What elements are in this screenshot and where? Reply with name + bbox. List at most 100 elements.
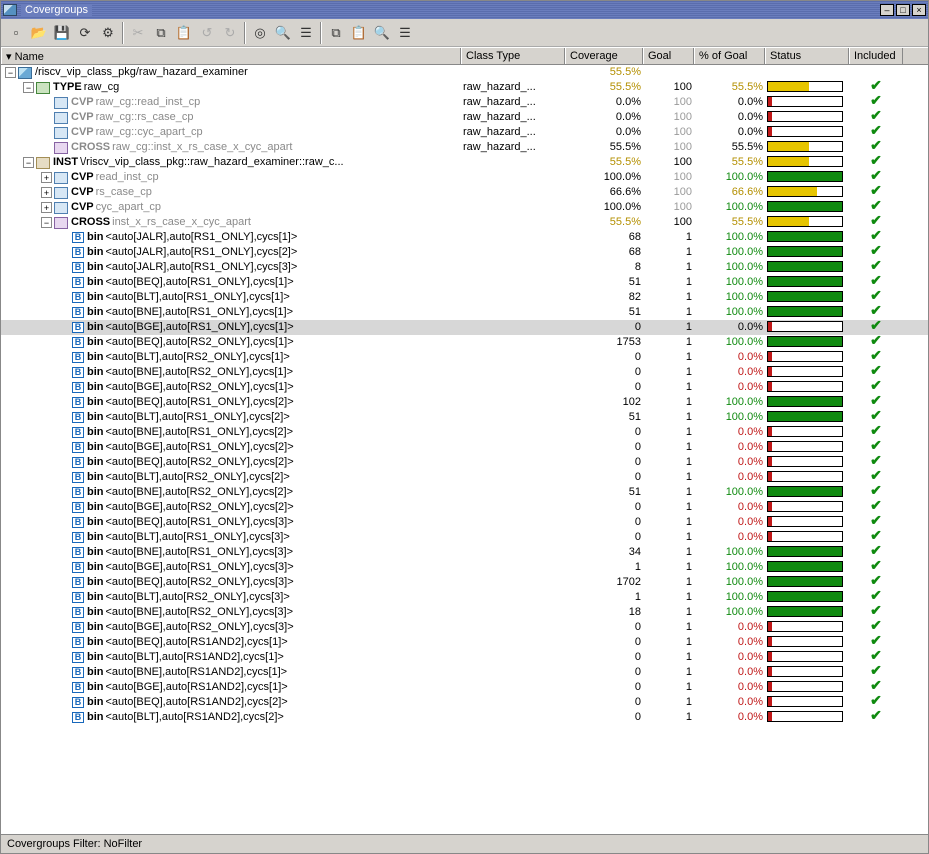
name-cell[interactable]: Bbin<auto[BLT],auto[RS1_ONLY],cycs[1]>	[1, 290, 461, 305]
refresh-icon[interactable]: ⟳	[74, 22, 96, 44]
name-cell[interactable]: −CROSSinst_x_rs_case_x_cyc_apart	[1, 215, 461, 230]
expand-icon[interactable]: +	[41, 172, 52, 183]
name-cell[interactable]: Bbin<auto[JALR],auto[RS1_ONLY],cycs[3]>	[1, 260, 461, 275]
name-cell[interactable]: Bbin<auto[BLT],auto[RS2_ONLY],cycs[1]>	[1, 350, 461, 365]
table-row[interactable]: Bbin<auto[JALR],auto[RS1_ONLY],cycs[2]>6…	[1, 245, 928, 260]
open-icon[interactable]: 📂	[28, 22, 50, 44]
name-cell[interactable]: Bbin<auto[BLT],auto[RS1AND2],cycs[2]>	[1, 710, 461, 725]
header-goal[interactable]: Goal	[643, 48, 694, 64]
table-row[interactable]: −INST\/riscv_vip_class_pkg::raw_hazard_e…	[1, 155, 928, 170]
name-cell[interactable]: Bbin<auto[BEQ],auto[RS1_ONLY],cycs[1]>	[1, 275, 461, 290]
find2-icon[interactable]: 🔍	[371, 22, 393, 44]
name-cell[interactable]: −TYPEraw_cg	[1, 80, 461, 95]
table-row[interactable]: CVPraw_cg::cyc_apart_cpraw_hazard_...0.0…	[1, 125, 928, 140]
maximize-button[interactable]: □	[896, 4, 910, 16]
table-row[interactable]: Bbin<auto[BLT],auto[RS2_ONLY],cycs[2]>01…	[1, 470, 928, 485]
collapse-icon[interactable]: −	[5, 67, 16, 78]
table-row[interactable]: Bbin<auto[BNE],auto[RS1_ONLY],cycs[1]>51…	[1, 305, 928, 320]
table-row[interactable]: Bbin<auto[BGE],auto[RS2_ONLY],cycs[1]>01…	[1, 380, 928, 395]
name-cell[interactable]: CROSSraw_cg::inst_x_rs_case_x_cyc_apart	[1, 140, 461, 155]
name-cell[interactable]: +CVPread_inst_cp	[1, 170, 461, 185]
table-row[interactable]: CVPraw_cg::rs_case_cpraw_hazard_...0.0%1…	[1, 110, 928, 125]
table-row[interactable]: Bbin<auto[BEQ],auto[RS2_ONLY],cycs[1]>17…	[1, 335, 928, 350]
table-row[interactable]: +CVPread_inst_cp100.0%100100.0%✔	[1, 170, 928, 185]
table-row[interactable]: Bbin<auto[BNE],auto[RS2_ONLY],cycs[3]>18…	[1, 605, 928, 620]
table-row[interactable]: Bbin<auto[BGE],auto[RS2_ONLY],cycs[2]>01…	[1, 500, 928, 515]
name-cell[interactable]: Bbin<auto[BNE],auto[RS1_ONLY],cycs[2]>	[1, 425, 461, 440]
table-row[interactable]: Bbin<auto[BLT],auto[RS1AND2],cycs[1]>010…	[1, 650, 928, 665]
name-cell[interactable]: Bbin<auto[BLT],auto[RS1_ONLY],cycs[2]>	[1, 410, 461, 425]
name-cell[interactable]: Bbin<auto[BLT],auto[RS2_ONLY],cycs[3]>	[1, 590, 461, 605]
header-pctofgoal[interactable]: % of Goal	[694, 48, 765, 64]
table-row[interactable]: Bbin<auto[BGE],auto[RS1AND2],cycs[1]>010…	[1, 680, 928, 695]
titlebar[interactable]: Covergroups – □ ×	[1, 1, 928, 19]
table-row[interactable]: Bbin<auto[BLT],auto[RS2_ONLY],cycs[3]>11…	[1, 590, 928, 605]
name-cell[interactable]: Bbin<auto[BEQ],auto[RS2_ONLY],cycs[2]>	[1, 455, 461, 470]
config-icon[interactable]: ⚙	[97, 22, 119, 44]
table-row[interactable]: Bbin<auto[JALR],auto[RS1_ONLY],cycs[3]>8…	[1, 260, 928, 275]
close-button[interactable]: ×	[912, 4, 926, 16]
table-row[interactable]: Bbin<auto[BLT],auto[RS1AND2],cycs[2]>010…	[1, 710, 928, 725]
collapse-icon[interactable]: −	[41, 217, 52, 228]
redo-icon[interactable]: ↻	[219, 22, 241, 44]
table-row[interactable]: Bbin<auto[BEQ],auto[RS2_ONLY],cycs[2]>01…	[1, 455, 928, 470]
table-row[interactable]: Bbin<auto[BEQ],auto[RS1AND2],cycs[1]>010…	[1, 635, 928, 650]
name-cell[interactable]: Bbin<auto[JALR],auto[RS1_ONLY],cycs[1]>	[1, 230, 461, 245]
table-row[interactable]: Bbin<auto[BNE],auto[RS2_ONLY],cycs[2]>51…	[1, 485, 928, 500]
cut-icon[interactable]: ✂	[127, 22, 149, 44]
table-row[interactable]: Bbin<auto[BLT],auto[RS1_ONLY],cycs[3]>01…	[1, 530, 928, 545]
table-row[interactable]: Bbin<auto[BLT],auto[RS2_ONLY],cycs[1]>01…	[1, 350, 928, 365]
mark-icon[interactable]: ◎	[249, 22, 271, 44]
table-row[interactable]: +CVPrs_case_cp66.6%10066.6%✔	[1, 185, 928, 200]
table-row[interactable]: Bbin<auto[BGE],auto[RS2_ONLY],cycs[3]>01…	[1, 620, 928, 635]
name-cell[interactable]: Bbin<auto[BLT],auto[RS1_ONLY],cycs[3]>	[1, 530, 461, 545]
table-row[interactable]: Bbin<auto[JALR],auto[RS1_ONLY],cycs[1]>6…	[1, 230, 928, 245]
table-row[interactable]: Bbin<auto[BEQ],auto[RS1AND2],cycs[2]>010…	[1, 695, 928, 710]
name-cell[interactable]: Bbin<auto[BGE],auto[RS1_ONLY],cycs[1]>	[1, 320, 461, 335]
collapse-icon[interactable]: −	[23, 82, 34, 93]
name-cell[interactable]: Bbin<auto[BGE],auto[RS2_ONLY],cycs[1]>	[1, 380, 461, 395]
table-row[interactable]: Bbin<auto[BNE],auto[RS2_ONLY],cycs[1]>01…	[1, 365, 928, 380]
name-cell[interactable]: CVPraw_cg::rs_case_cp	[1, 110, 461, 125]
name-cell[interactable]: Bbin<auto[BNE],auto[RS1_ONLY],cycs[1]>	[1, 305, 461, 320]
table-row[interactable]: Bbin<auto[BEQ],auto[RS1_ONLY],cycs[3]>01…	[1, 515, 928, 530]
name-cell[interactable]: Bbin<auto[BNE],auto[RS2_ONLY],cycs[3]>	[1, 605, 461, 620]
paste-icon[interactable]: 📋	[173, 22, 195, 44]
table-row[interactable]: Bbin<auto[BGE],auto[RS1_ONLY],cycs[3]>11…	[1, 560, 928, 575]
undo-icon[interactable]: ↺	[196, 22, 218, 44]
name-cell[interactable]: CVPraw_cg::cyc_apart_cp	[1, 125, 461, 140]
expand-icon[interactable]: +	[41, 202, 52, 213]
table-row[interactable]: Bbin<auto[BLT],auto[RS1_ONLY],cycs[2]>51…	[1, 410, 928, 425]
table-row[interactable]: −TYPEraw_cgraw_hazard_...55.5%10055.5%✔	[1, 80, 928, 95]
table-row[interactable]: +CVPcyc_apart_cp100.0%100100.0%✔	[1, 200, 928, 215]
tree-icon[interactable]: ☰	[295, 22, 317, 44]
table-row[interactable]: Bbin<auto[BEQ],auto[RS1_ONLY],cycs[1]>51…	[1, 275, 928, 290]
name-cell[interactable]: +CVPcyc_apart_cp	[1, 200, 461, 215]
name-cell[interactable]: Bbin<auto[BEQ],auto[RS2_ONLY],cycs[3]>	[1, 575, 461, 590]
header-name[interactable]: Name	[1, 48, 461, 64]
table-row[interactable]: Bbin<auto[BNE],auto[RS1_ONLY],cycs[2]>01…	[1, 425, 928, 440]
name-cell[interactable]: Bbin<auto[BGE],auto[RS1_ONLY],cycs[2]>	[1, 440, 461, 455]
table-row[interactable]: Bbin<auto[BEQ],auto[RS1_ONLY],cycs[2]>10…	[1, 395, 928, 410]
name-cell[interactable]: Bbin<auto[BGE],auto[RS2_ONLY],cycs[3]>	[1, 620, 461, 635]
name-cell[interactable]: Bbin<auto[BEQ],auto[RS2_ONLY],cycs[1]>	[1, 335, 461, 350]
copy-icon[interactable]: ⧉	[150, 22, 172, 44]
table-row[interactable]: Bbin<auto[BGE],auto[RS1_ONLY],cycs[1]>01…	[1, 320, 928, 335]
name-cell[interactable]: Bbin<auto[BGE],auto[RS2_ONLY],cycs[2]>	[1, 500, 461, 515]
table-row[interactable]: −/riscv_vip_class_pkg/raw_hazard_examine…	[1, 65, 928, 80]
table-row[interactable]: CROSSraw_cg::inst_x_rs_case_x_cyc_apartr…	[1, 140, 928, 155]
name-cell[interactable]: −INST\/riscv_vip_class_pkg::raw_hazard_e…	[1, 155, 461, 170]
name-cell[interactable]: −/riscv_vip_class_pkg/raw_hazard_examine…	[1, 65, 461, 80]
table-row[interactable]: Bbin<auto[BNE],auto[RS1AND2],cycs[1]>010…	[1, 665, 928, 680]
name-cell[interactable]: Bbin<auto[BEQ],auto[RS1_ONLY],cycs[3]>	[1, 515, 461, 530]
name-cell[interactable]: Bbin<auto[BGE],auto[RS1AND2],cycs[1]>	[1, 680, 461, 695]
header-classtype[interactable]: Class Type	[461, 48, 565, 64]
table-row[interactable]: Bbin<auto[BLT],auto[RS1_ONLY],cycs[1]>82…	[1, 290, 928, 305]
save-icon[interactable]: 💾	[51, 22, 73, 44]
name-cell[interactable]: Bbin<auto[BNE],auto[RS2_ONLY],cycs[2]>	[1, 485, 461, 500]
table-row[interactable]: −CROSSinst_x_rs_case_x_cyc_apart55.5%100…	[1, 215, 928, 230]
minimize-button[interactable]: –	[880, 4, 894, 16]
name-cell[interactable]: Bbin<auto[BNE],auto[RS1AND2],cycs[1]>	[1, 665, 461, 680]
name-cell[interactable]: Bbin<auto[BEQ],auto[RS1AND2],cycs[1]>	[1, 635, 461, 650]
name-cell[interactable]: Bbin<auto[BNE],auto[RS2_ONLY],cycs[1]>	[1, 365, 461, 380]
